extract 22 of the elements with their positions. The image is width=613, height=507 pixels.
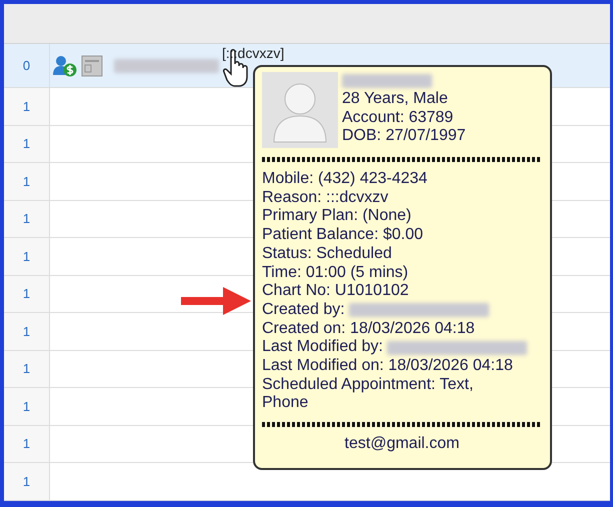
row-number: 1 [4, 350, 50, 387]
patient-info: 28 Years, Male [342, 90, 449, 109]
detail-line: Last Modified on: 18/03/2026 04:18 [262, 357, 513, 376]
email-text: test@gmail.com [344, 435, 460, 454]
patient-info: DOB: 27/07/1997 [342, 127, 466, 146]
detail-line: Patient Balance: $0.00 [262, 226, 424, 245]
detail-line: Mobile: (432) 423-4234 [262, 170, 428, 189]
detail-line: Created on: 18/03/2026 04:18 [262, 320, 475, 338]
row-number: 1 [4, 276, 50, 312]
row-number: 1 [4, 126, 50, 162]
row-number: 1 [4, 313, 50, 350]
detail-line: Primary Plan: (None) [262, 207, 412, 226]
row-number: 1 [4, 200, 50, 237]
row-number: 1 [4, 163, 50, 200]
patient-info: Account: 63789 [342, 108, 454, 128]
detail-line: Chart No: U1010102 [262, 282, 409, 301]
row-number: 1 [4, 88, 50, 124]
detail-line: Status: Scheduled [262, 244, 392, 264]
row-number: 1 [4, 463, 50, 500]
row-number: 1 [4, 426, 50, 462]
row-number: 1 [4, 388, 50, 424]
row-number: 1 [4, 238, 50, 274]
